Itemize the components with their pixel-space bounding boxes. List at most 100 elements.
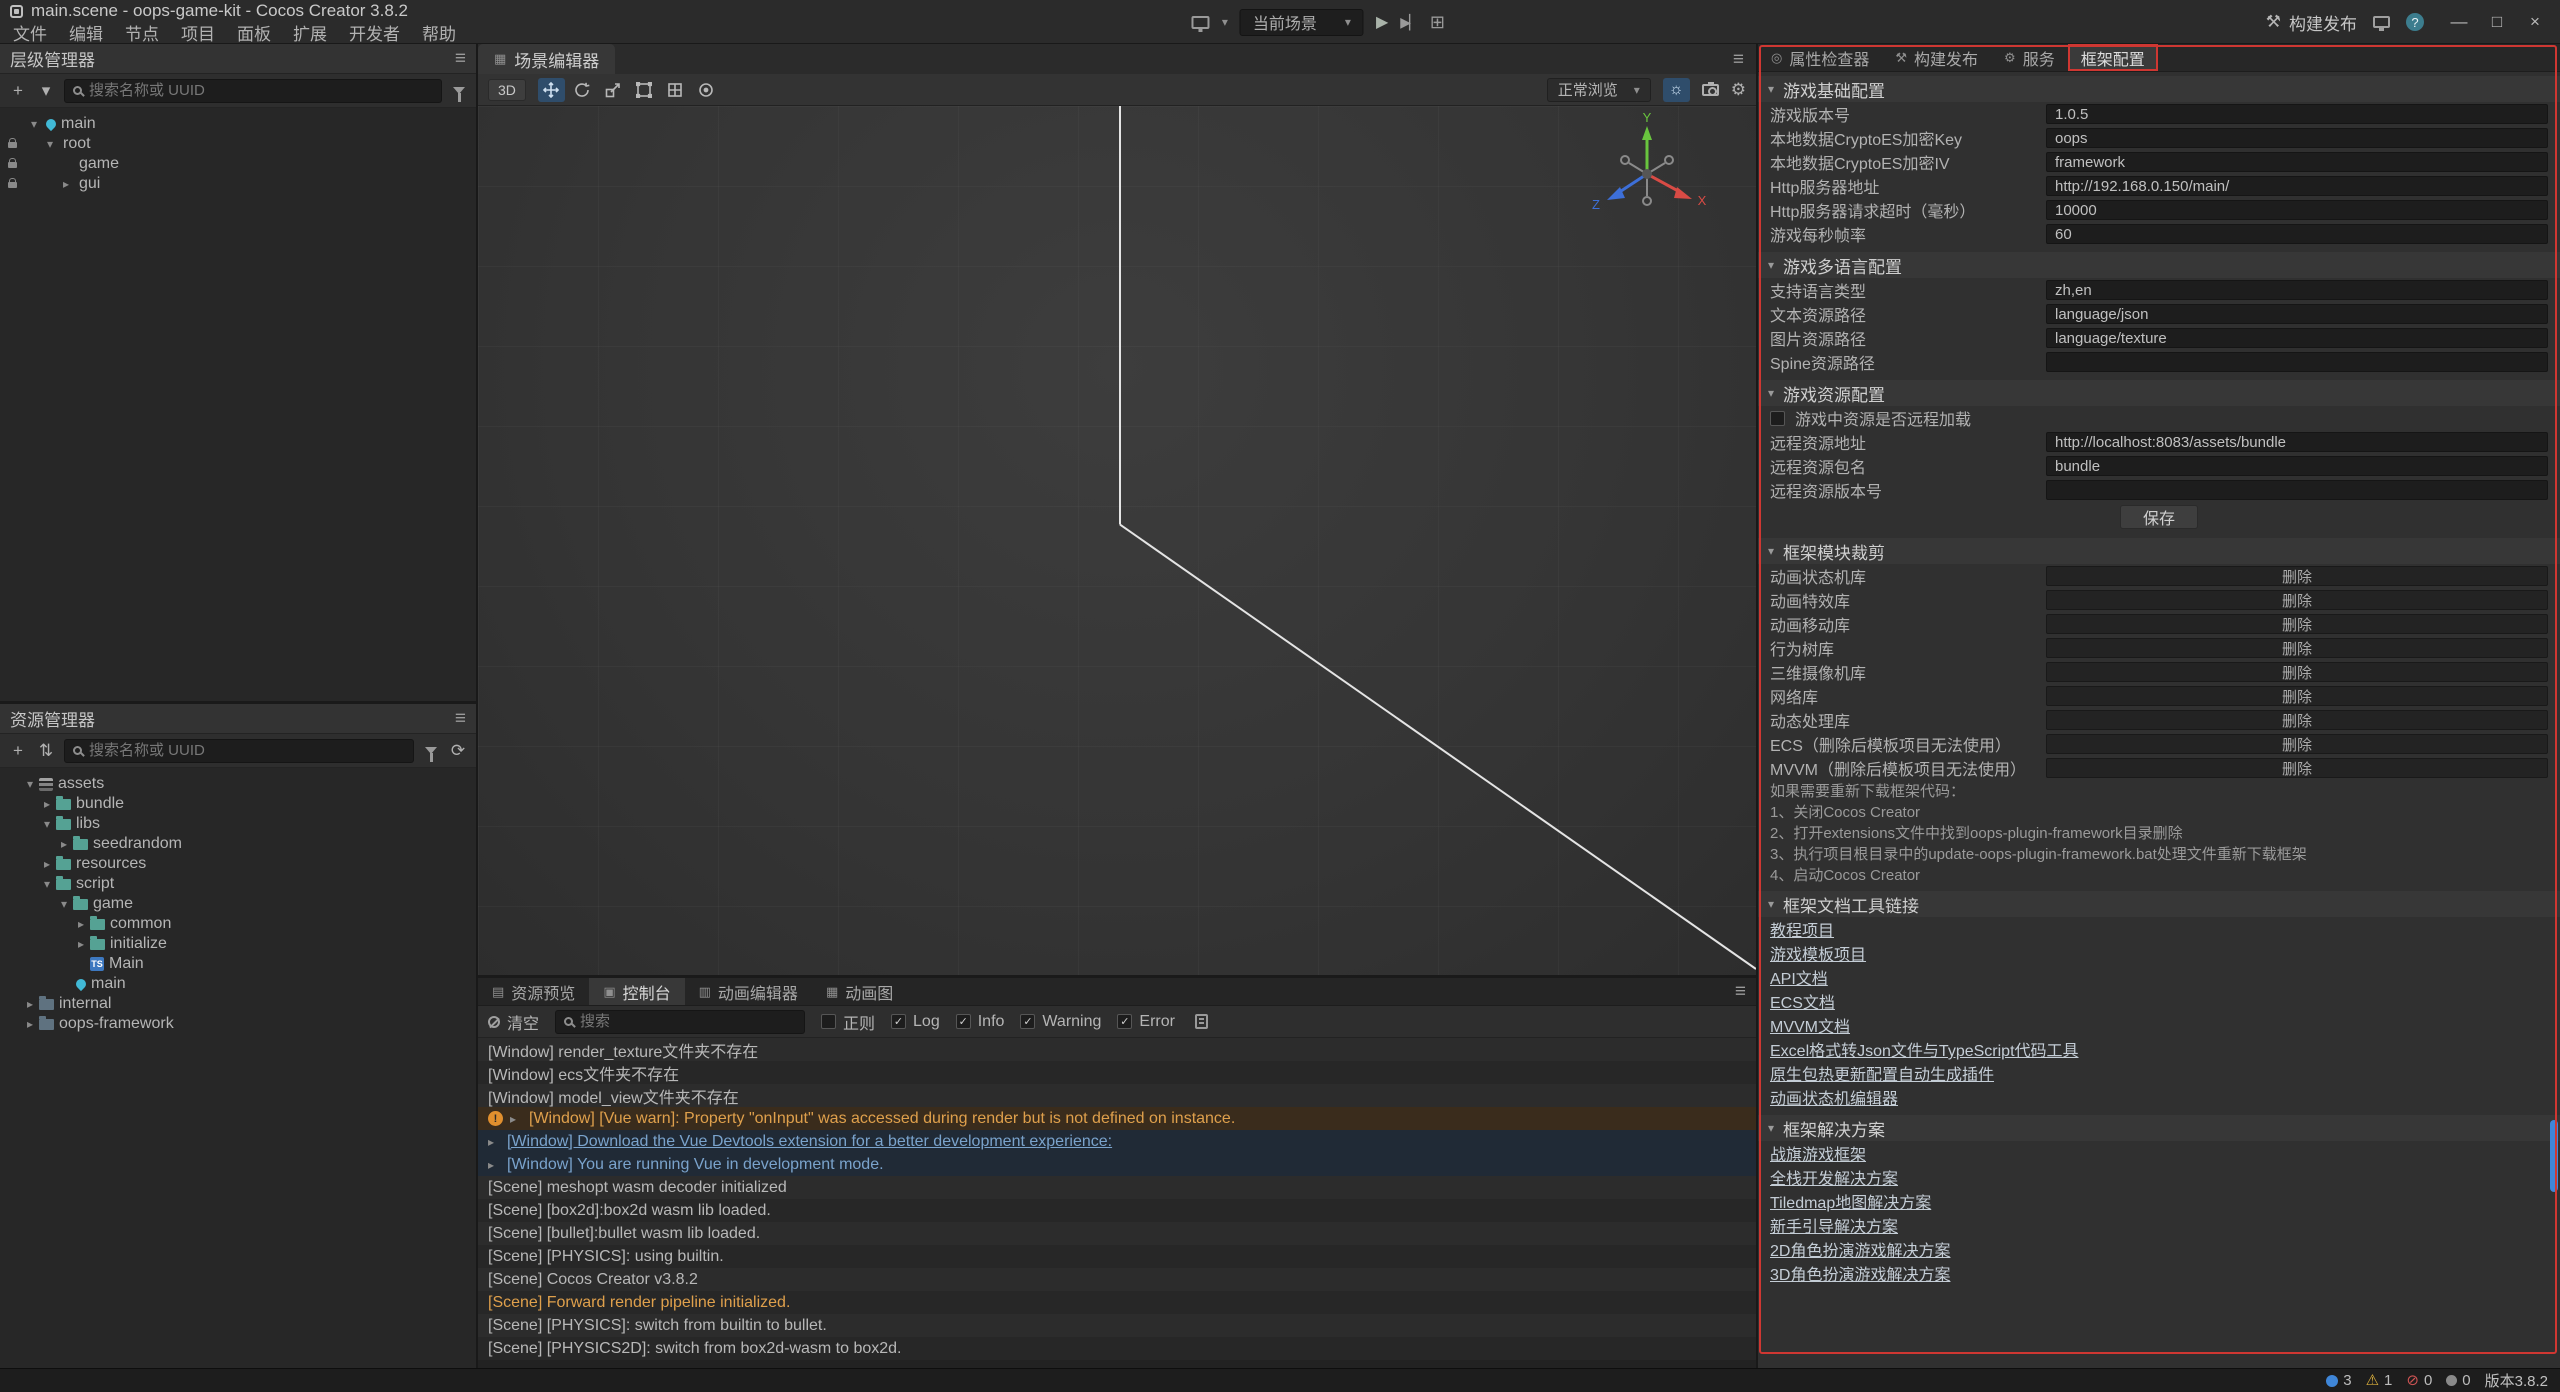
status-count-error[interactable]: ⊘0 xyxy=(2406,1372,2432,1389)
tree-row[interactable]: game xyxy=(0,154,476,174)
monitor-icon[interactable] xyxy=(2373,16,2390,28)
delete-module-button[interactable]: 删除 xyxy=(2046,590,2548,610)
log-row[interactable]: [Window] ecs文件夹不存在 xyxy=(478,1061,1756,1084)
log-row[interactable]: ▸[Window] You are running Vue in develop… xyxy=(478,1153,1756,1176)
maximize-button[interactable]: □ xyxy=(2478,0,2516,44)
tree-row[interactable]: ▾main xyxy=(0,114,476,134)
tree-row[interactable]: ▸resources xyxy=(0,854,476,874)
console-filter[interactable]: 正则 xyxy=(821,1010,875,1034)
log-row[interactable]: [Scene] [bullet]:bullet wasm lib loaded. xyxy=(478,1222,1756,1245)
collapse-caret-icon[interactable]: ▾ xyxy=(1768,258,1774,272)
doc-link[interactable]: 动画状态机编辑器 xyxy=(1770,1085,1898,1109)
delete-module-button[interactable]: 删除 xyxy=(2046,662,2548,682)
world-local-toggle-icon[interactable] xyxy=(693,78,720,102)
doc-link[interactable]: 全栈开发解决方案 xyxy=(1770,1165,1898,1189)
tree-row[interactable]: TSMain xyxy=(0,954,476,974)
tab-framework-config[interactable]: 框架配置 xyxy=(2068,44,2158,71)
delete-module-button[interactable]: 删除 xyxy=(2046,638,2548,658)
tree-row[interactable]: ▸common xyxy=(0,914,476,934)
config-input[interactable] xyxy=(2046,104,2548,124)
tree-caret-icon[interactable]: ▸ xyxy=(56,837,72,851)
doc-link[interactable]: 游戏模板项目 xyxy=(1770,941,1866,965)
config-input[interactable] xyxy=(2046,432,2548,452)
doc-link[interactable]: 新手引导解决方案 xyxy=(1770,1213,1898,1237)
console-filter[interactable]: ✓Warning xyxy=(1020,1013,1101,1031)
checkbox-icon[interactable] xyxy=(1770,411,1785,426)
doc-link[interactable]: 3D角色扮演游戏解决方案 xyxy=(1770,1261,1950,1285)
inspector-tab[interactable]: ⚒构建发布 xyxy=(1882,44,1991,71)
scene-select[interactable]: 当前场景 ▾ xyxy=(1240,9,1364,36)
doc-link[interactable]: Tiledmap地图解决方案 xyxy=(1770,1189,1931,1213)
tree-row[interactable]: ▸internal xyxy=(0,994,476,1014)
doc-link[interactable]: MVVM文档 xyxy=(1770,1013,1850,1037)
panel-menu-icon[interactable]: ≡ xyxy=(455,709,466,728)
create-node-caret-icon[interactable]: ▾ xyxy=(36,80,56,102)
filter-icon[interactable] xyxy=(453,87,465,94)
console-filter[interactable]: ✓Info xyxy=(956,1013,1005,1031)
tree-row[interactable]: ▾script xyxy=(0,874,476,894)
panel-menu-icon[interactable]: ≡ xyxy=(1733,50,1744,69)
assets-search[interactable] xyxy=(64,739,414,763)
checkbox-icon[interactable]: ✓ xyxy=(1020,1014,1035,1029)
dimension-toggle-button[interactable]: 3D xyxy=(488,79,526,101)
sort-assets-icon[interactable]: ⇅ xyxy=(36,740,56,762)
checkbox-icon[interactable]: ✓ xyxy=(956,1014,971,1029)
config-input[interactable] xyxy=(2046,200,2548,220)
section-header[interactable]: ▾框架解决方案 xyxy=(1758,1115,2560,1141)
config-input[interactable] xyxy=(2046,304,2548,324)
scale-tool-icon[interactable] xyxy=(600,78,627,102)
config-input[interactable] xyxy=(2046,456,2548,476)
expand-arrow-icon[interactable]: ▸ xyxy=(510,1112,522,1126)
tree-row[interactable]: ▾assets xyxy=(0,774,476,794)
checkbox-icon[interactable]: ✓ xyxy=(1117,1014,1132,1029)
delete-module-button[interactable]: 删除 xyxy=(2046,614,2548,634)
collapse-caret-icon[interactable]: ▾ xyxy=(1768,386,1774,400)
delete-module-button[interactable]: 删除 xyxy=(2046,566,2548,586)
tree-row[interactable]: ▸bundle xyxy=(0,794,476,814)
delete-module-button[interactable]: 删除 xyxy=(2046,710,2548,730)
lock-icon[interactable] xyxy=(8,162,17,168)
log-row[interactable]: [Window] model_view文件夹不存在 xyxy=(478,1084,1756,1107)
save-button[interactable]: 保存 xyxy=(2120,505,2198,529)
menu-item[interactable]: 文件 xyxy=(2,20,58,45)
doc-link[interactable]: Excel格式转Json文件与TypeScript代码工具 xyxy=(1770,1037,2079,1061)
doc-link[interactable]: 2D角色扮演游戏解决方案 xyxy=(1770,1237,1950,1261)
tree-row[interactable]: ▸oops-framework xyxy=(0,1014,476,1034)
section-header[interactable]: ▾游戏基础配置 xyxy=(1758,76,2560,102)
play-button[interactable]: ▶ xyxy=(1376,12,1388,32)
section-header[interactable]: ▾框架文档工具链接 xyxy=(1758,891,2560,917)
menu-item[interactable]: 编辑 xyxy=(58,20,114,45)
panel-menu-icon[interactable]: ≡ xyxy=(455,49,466,68)
log-row[interactable]: ▸[Window] Download the Vue Devtools exte… xyxy=(478,1130,1756,1153)
menu-item[interactable]: 项目 xyxy=(170,20,226,45)
lock-icon[interactable] xyxy=(8,182,17,188)
tree-caret-icon[interactable]: ▾ xyxy=(42,137,58,151)
console-filter[interactable]: ✓Error xyxy=(1117,1013,1175,1031)
tree-caret-icon[interactable]: ▸ xyxy=(22,1017,38,1031)
menu-item[interactable]: 节点 xyxy=(114,20,170,45)
tree-row[interactable]: ▸seedrandom xyxy=(0,834,476,854)
log-row[interactable]: [Scene] [PHYSICS]: switch from builtin t… xyxy=(478,1314,1756,1337)
doc-link[interactable]: API文档 xyxy=(1770,965,1828,989)
build-publish-button[interactable]: ⚒ 构建发布 xyxy=(2266,10,2357,35)
close-button[interactable]: × xyxy=(2516,0,2554,44)
log-row[interactable]: [Scene] Forward render pipeline initiali… xyxy=(478,1291,1756,1314)
device-dropdown-caret-icon[interactable]: ▾ xyxy=(1222,15,1228,29)
tree-caret-icon[interactable]: ▾ xyxy=(39,817,55,831)
log-row[interactable]: [Scene] [PHYSICS2D]: switch from box2d-w… xyxy=(478,1337,1756,1360)
tree-row[interactable]: ▾root xyxy=(0,134,476,154)
section-header[interactable]: ▾框架模块裁剪 xyxy=(1758,538,2560,564)
lock-icon[interactable] xyxy=(8,142,17,148)
export-log-icon[interactable] xyxy=(1195,1014,1208,1029)
hierarchy-search-input[interactable] xyxy=(89,82,433,99)
tree-caret-icon[interactable]: ▸ xyxy=(22,997,38,1011)
rect-tool-icon[interactable] xyxy=(631,78,658,102)
tree-row[interactable]: main xyxy=(0,974,476,994)
create-asset-button[interactable]: + xyxy=(8,740,28,762)
console-search-input[interactable] xyxy=(580,1013,796,1030)
preview-device-icon[interactable] xyxy=(1192,16,1210,29)
tree-row[interactable]: ▸gui xyxy=(0,174,476,194)
step-button[interactable]: ▶▏ xyxy=(1400,14,1418,31)
console-search[interactable] xyxy=(555,1010,805,1034)
doc-link[interactable]: 原生包热更新配置自动生成插件 xyxy=(1770,1061,1994,1085)
